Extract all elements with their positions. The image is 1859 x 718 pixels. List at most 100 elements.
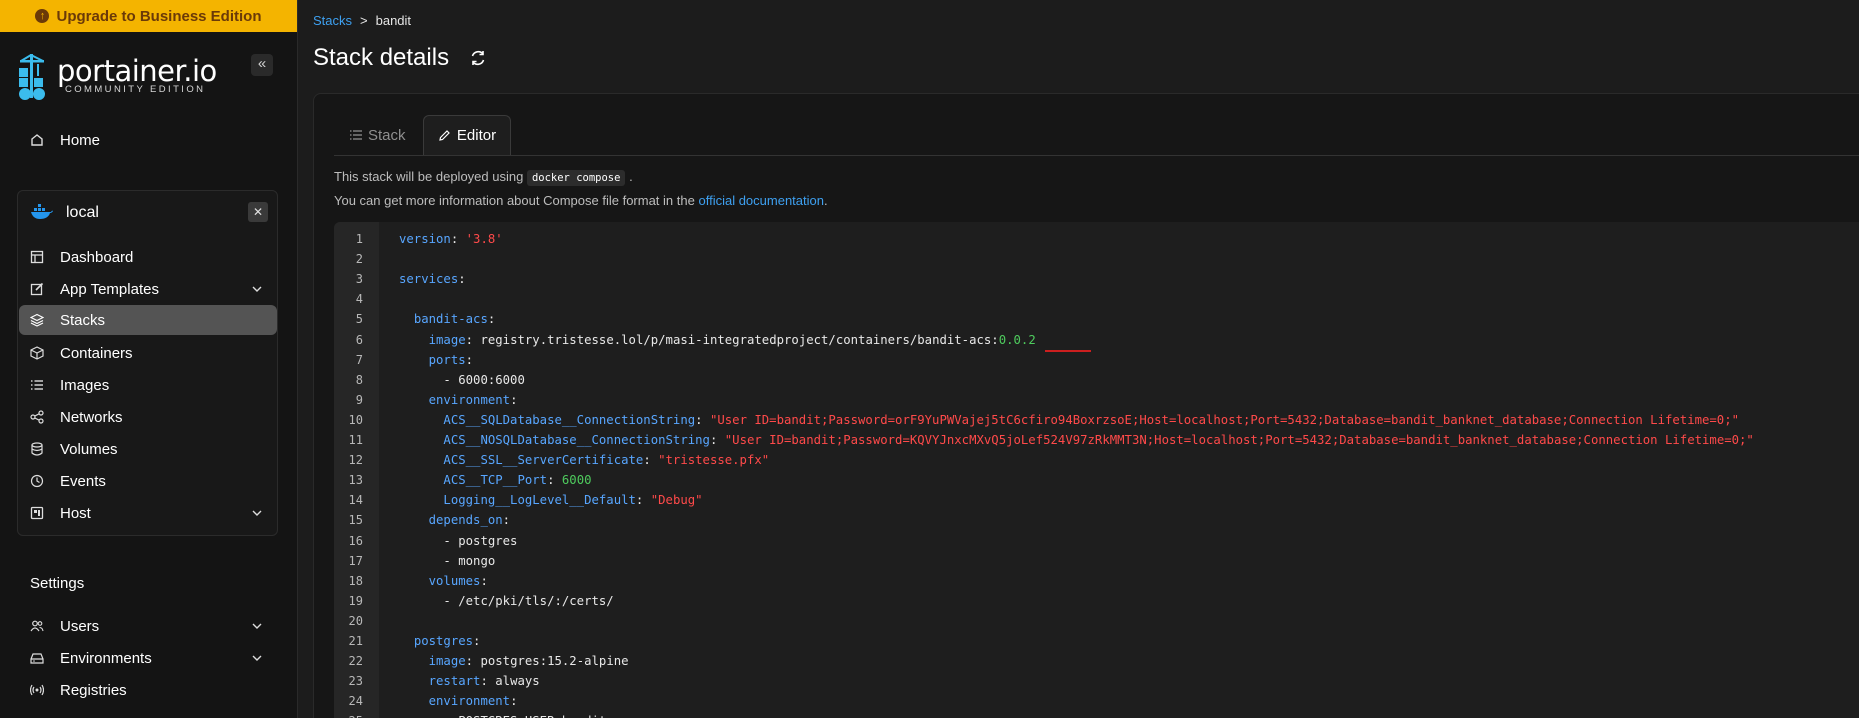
sidebar-item-users[interactable]: Users xyxy=(19,611,277,641)
yaml-colon: : xyxy=(473,634,481,648)
code-text: version: '3.8' xyxy=(399,229,503,249)
yaml-key: ACS__NOSQLDatabase__ConnectionString xyxy=(443,433,710,447)
code-line[interactable]: 16 - postgres xyxy=(334,531,1859,551)
code-line[interactable]: 12 ACS__SSL__ServerCertificate: "tristes… xyxy=(334,450,1859,470)
code-line[interactable]: 3 services: xyxy=(334,269,1859,289)
code-line[interactable]: 15 depends_on: xyxy=(334,510,1859,530)
collapse-sidebar-button[interactable]: « xyxy=(251,54,273,76)
code-text: - 6000:6000 xyxy=(399,370,525,390)
portainer-logo[interactable]: portainer.io COMMUNITY EDITION xyxy=(17,52,217,100)
yaml-value: - 6000:6000 xyxy=(443,372,525,387)
code-line[interactable]: 25 - POSTGRES_USER=bandit xyxy=(334,711,1859,718)
code-line[interactable]: 20 xyxy=(334,611,1859,631)
pencil-icon xyxy=(438,129,451,142)
line-number: 18 xyxy=(348,573,363,588)
code-line[interactable]: 23 restart: always xyxy=(334,671,1859,691)
code-text: depends_on: xyxy=(399,510,510,530)
refresh-icon[interactable] xyxy=(469,49,487,72)
line-number: 4 xyxy=(355,292,363,307)
close-environment-button[interactable]: ✕ xyxy=(248,202,268,222)
sidebar-item-containers[interactable]: Containers xyxy=(19,338,277,368)
line-number: 19 xyxy=(348,593,363,608)
line-number: 20 xyxy=(348,613,363,628)
code-line[interactable]: 2 xyxy=(334,249,1859,269)
code-line[interactable]: 4 xyxy=(334,289,1859,309)
code-text: image: registry.tristesse.lol/p/masi-int… xyxy=(399,330,1036,350)
sidebar-item-images[interactable]: Images xyxy=(19,370,277,400)
upgrade-banner[interactable]: ↑ Upgrade to Business Edition xyxy=(0,0,297,32)
code-text: environment: xyxy=(399,691,518,711)
yaml-value: always xyxy=(495,674,540,689)
code-line[interactable]: 19 - /etc/pki/tls/:/certs/ xyxy=(334,591,1859,611)
breadcrumb: Stacks > bandit xyxy=(313,13,411,28)
sidebar-item-label: Environments xyxy=(60,649,152,667)
yaml-value: - mongo xyxy=(443,553,496,568)
sidebar-item-events[interactable]: Events xyxy=(19,466,277,496)
code-line[interactable]: 13 ACS__TCP__Port: 6000 xyxy=(334,470,1859,490)
breadcrumb-stacks-link[interactable]: Stacks xyxy=(313,13,352,28)
sidebar-item-stacks[interactable]: Stacks xyxy=(19,305,277,335)
sidebar-item-registries[interactable]: Registries xyxy=(19,675,277,705)
environment-name: local xyxy=(66,204,99,221)
code-line[interactable]: 22 image: postgres:15.2-alpine xyxy=(334,651,1859,671)
line-number: 5 xyxy=(355,312,363,327)
code-line[interactable]: 10 ACS__SQLDatabase__ConnectionString: "… xyxy=(334,410,1859,430)
line-number: 2 xyxy=(355,252,363,267)
yaml-key: image xyxy=(428,332,466,347)
code-line[interactable]: 14 Logging__LogLevel__Default: "Debug" xyxy=(334,490,1859,510)
line-number: 11 xyxy=(348,433,363,447)
line-number: 22 xyxy=(348,654,363,669)
list-icon xyxy=(30,378,44,392)
tab-editor-label: Editor xyxy=(456,127,497,144)
sidebar-item-host[interactable]: Host xyxy=(19,498,277,528)
sidebar-item-dashboard[interactable]: Dashboard xyxy=(19,242,277,272)
line-number: 1 xyxy=(355,232,363,246)
sidebar-item-app-templates[interactable]: App Templates xyxy=(19,274,277,304)
code-line[interactable]: 1 version: '3.8' xyxy=(334,229,1859,249)
official-documentation-link[interactable]: official documentation xyxy=(698,193,824,208)
code-line[interactable]: 6 image: registry.tristesse.lol/p/masi-i… xyxy=(334,330,1859,350)
line-number: 6 xyxy=(355,332,363,347)
arrow-up-circle-icon: ↑ xyxy=(35,9,50,23)
yaml-key: environment xyxy=(428,694,511,709)
line-number: 25 xyxy=(334,711,363,718)
tab-divider xyxy=(334,155,1859,156)
line-number: 13 xyxy=(348,473,363,488)
tab-stack[interactable]: Stack xyxy=(350,115,406,155)
compose-code-editor[interactable]: 1 version: '3.8' 2 3 services: 4 5 bandit-acs:… xyxy=(334,222,1859,718)
code-text: volumes: xyxy=(399,571,488,591)
chevron-down-icon xyxy=(251,651,263,668)
code-line[interactable]: 7 ports: xyxy=(334,350,1859,370)
code-line[interactable]: 17 - mongo xyxy=(334,551,1859,571)
code-line[interactable]: 9 environment: xyxy=(334,390,1859,410)
line-number: 3 xyxy=(355,272,363,287)
yaml-colon: : xyxy=(487,312,496,327)
yaml-colon: : xyxy=(480,573,488,588)
layers-icon xyxy=(30,313,44,327)
yaml-key: ports xyxy=(428,352,466,367)
tab-editor[interactable]: Editor xyxy=(423,115,511,155)
share-icon xyxy=(30,410,44,424)
code-line[interactable]: 5 bandit-acs: xyxy=(334,309,1859,329)
deploy-info-suffix: . xyxy=(629,169,633,184)
code-line[interactable]: 21 postgres: xyxy=(334,631,1859,651)
line-number: 14 xyxy=(348,493,363,508)
code-line[interactable]: 8 - 6000:6000 xyxy=(334,370,1859,390)
sidebar-item-home[interactable]: Home xyxy=(19,125,277,155)
sidebar-item-environments[interactable]: Environments xyxy=(19,643,277,673)
sidebar-item-volumes[interactable]: Volumes xyxy=(19,434,277,464)
sidebar-item-networks[interactable]: Networks xyxy=(19,402,277,432)
code-line[interactable]: 11 ACS__NOSQLDatabase__ConnectionString:… xyxy=(334,430,1859,450)
docs-info: You can get more information about Compo… xyxy=(334,193,828,208)
code-line[interactable]: 18 volumes: xyxy=(334,571,1859,591)
yaml-colon: : xyxy=(450,232,466,246)
yaml-colon: : xyxy=(465,352,474,367)
code-line[interactable]: 24 environment: xyxy=(334,691,1859,711)
